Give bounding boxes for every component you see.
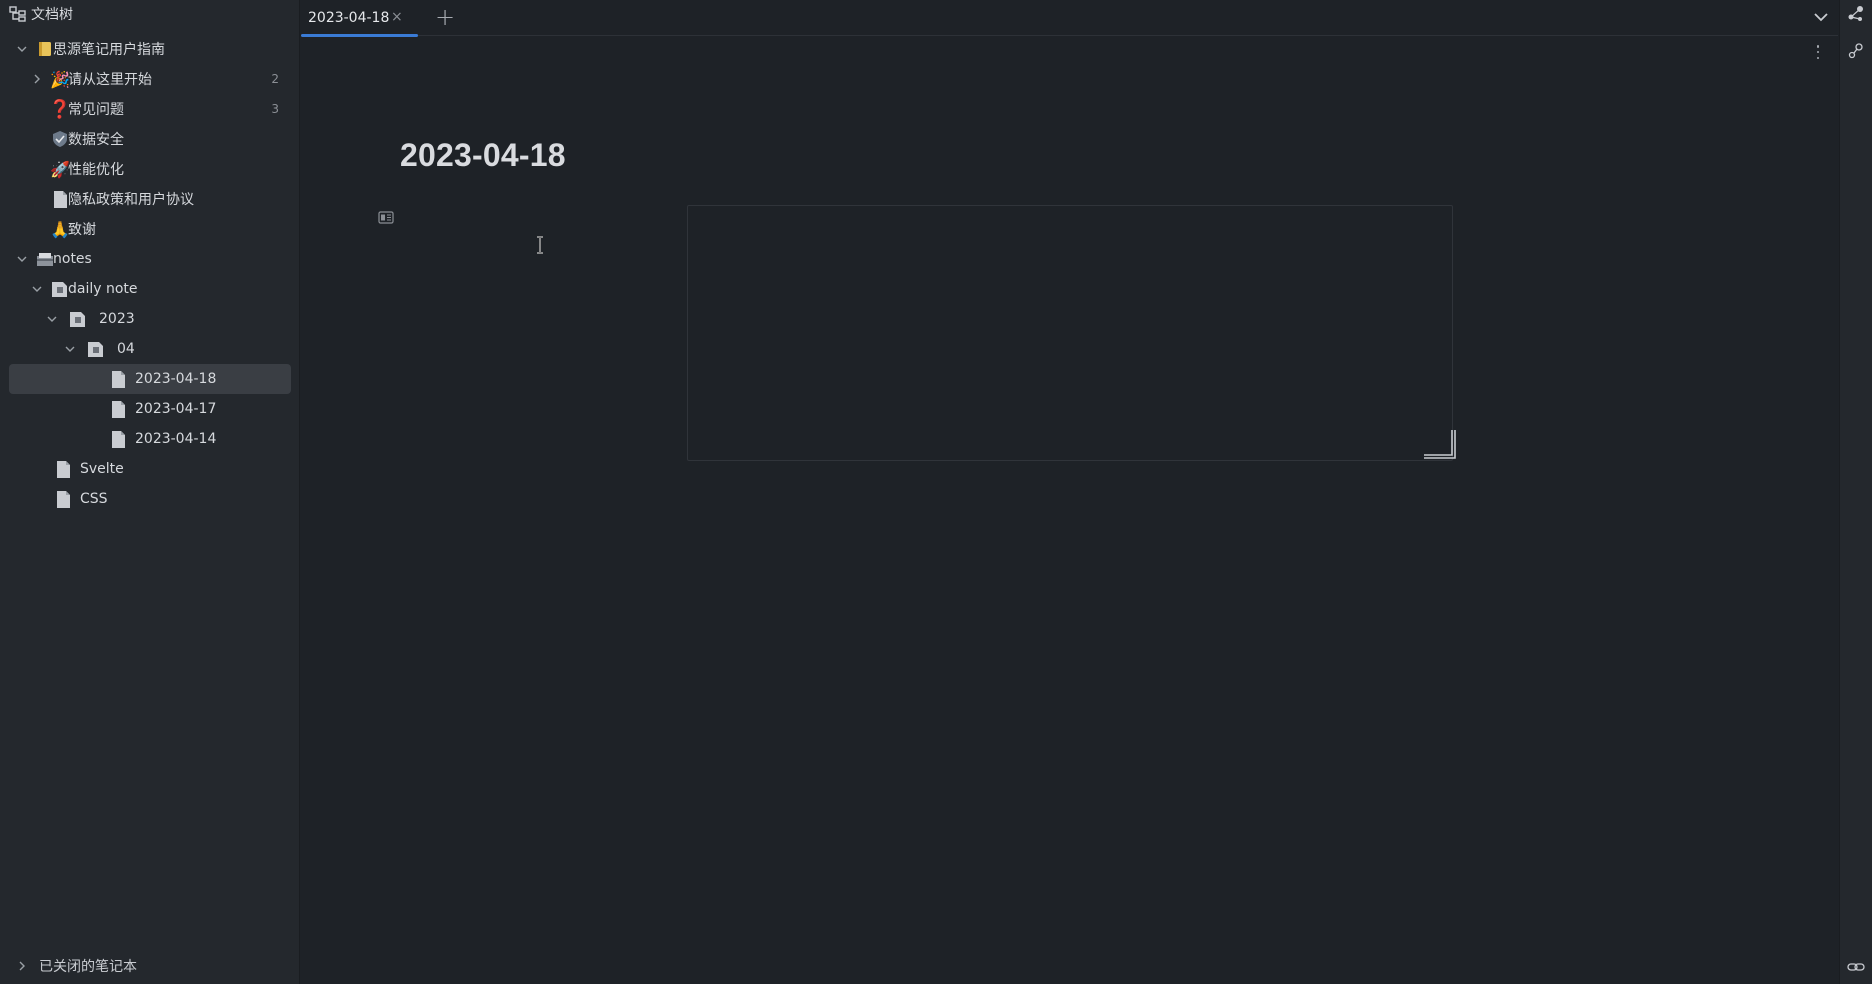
tab-2023-04-18[interactable]: 2023-04-18 × bbox=[301, 0, 418, 37]
chevron-right-icon bbox=[15, 959, 29, 973]
closed-notebooks-label: 已关闭的笔记本 bbox=[39, 959, 137, 975]
tree-item-label: 性能优化 bbox=[68, 162, 124, 178]
add-tab-button[interactable]: + bbox=[435, 3, 455, 31]
subdoc-count: 3 bbox=[271, 102, 279, 116]
card-box-icon bbox=[35, 249, 55, 269]
tree-item-thanks[interactable]: 🙏 致谢 bbox=[9, 214, 291, 244]
tree-item-performance[interactable]: 🚀 性能优化 bbox=[9, 154, 291, 184]
right-dock bbox=[1839, 0, 1872, 984]
folder-document-icon bbox=[86, 339, 106, 359]
chevron-down-icon[interactable] bbox=[30, 282, 44, 296]
link-icon[interactable] bbox=[1847, 958, 1865, 976]
tree-item-css[interactable]: CSS bbox=[9, 484, 291, 514]
document-title[interactable]: 2023-04-18 bbox=[400, 137, 566, 174]
tree-item-label: 2023-04-18 bbox=[135, 371, 217, 387]
folder-document-icon bbox=[50, 279, 70, 299]
tree-item-svelte[interactable]: Svelte bbox=[9, 454, 291, 484]
text-cursor-icon bbox=[537, 236, 543, 254]
tree-item-label: CSS bbox=[80, 491, 108, 507]
tree-item-data-security[interactable]: 数据安全 bbox=[9, 124, 291, 154]
chevron-down-icon[interactable] bbox=[63, 342, 77, 356]
tree-item-privacy-policy[interactable]: 隐私政策和用户协议 bbox=[9, 184, 291, 214]
doc-tree-header: 文档树 bbox=[0, 0, 299, 28]
document-icon bbox=[50, 189, 70, 209]
shield-check-icon bbox=[50, 129, 70, 149]
tab-label: 2023-04-18 bbox=[308, 10, 390, 26]
close-icon[interactable]: × bbox=[391, 9, 403, 25]
tree-item-label: 2023 bbox=[99, 311, 135, 327]
subdoc-count: 2 bbox=[271, 72, 279, 86]
tree-item-label: 思源笔记用户指南 bbox=[53, 42, 165, 58]
tree-item-2023-04-18[interactable]: 2023-04-18 bbox=[9, 364, 291, 394]
tree-item-04[interactable]: 04 bbox=[9, 334, 291, 364]
tree-item-faq[interactable]: ❓ 常见问题 3 bbox=[9, 94, 291, 124]
chevron-right-icon[interactable] bbox=[30, 72, 44, 86]
doc-tree-title: 文档树 bbox=[31, 7, 73, 23]
tree-item-notebook-notes[interactable]: notes bbox=[9, 244, 291, 274]
block-type-icon[interactable] bbox=[378, 211, 394, 224]
document-icon bbox=[108, 399, 128, 419]
tree-item-daily-note[interactable]: daily note bbox=[9, 274, 291, 304]
editor-area[interactable]: 2023-04-18 bbox=[301, 37, 1838, 984]
document-icon bbox=[53, 489, 73, 509]
tree-item-2023-04-17[interactable]: 2023-04-17 bbox=[9, 394, 291, 424]
document-icon bbox=[108, 369, 128, 389]
tree-item-2023-04-14[interactable]: 2023-04-14 bbox=[9, 424, 291, 454]
document-icon bbox=[53, 459, 73, 479]
tree-item-label: 常见问题 bbox=[68, 102, 124, 118]
closed-notebooks-toggle[interactable]: 已关闭的笔记本 bbox=[9, 954, 137, 978]
tree-item-label: 隐私政策和用户协议 bbox=[68, 192, 194, 208]
embed-block[interactable] bbox=[687, 205, 1453, 461]
tree-item-label: 致谢 bbox=[68, 222, 96, 238]
doc-tree: 思源笔记用户指南 🎉 请从这里开始 2 ❓ 常见问题 3 数据安全 🚀 性能优化… bbox=[0, 34, 299, 514]
tree-item-label: notes bbox=[53, 251, 92, 267]
question-mark-icon: ❓ bbox=[48, 98, 72, 120]
doc-tree-icon bbox=[9, 6, 26, 22]
tab-bar: 2023-04-18 × + bbox=[301, 0, 1838, 37]
tree-item-label: 数据安全 bbox=[68, 132, 124, 148]
tree-item-start-here[interactable]: 🎉 请从这里开始 2 bbox=[9, 64, 291, 94]
chevron-down-icon[interactable] bbox=[1812, 8, 1830, 26]
chevron-down-icon[interactable] bbox=[15, 42, 29, 56]
chevron-down-icon[interactable] bbox=[45, 312, 59, 326]
graph-icon[interactable] bbox=[1847, 5, 1865, 23]
tree-item-notebook-user-guide[interactable]: 思源笔记用户指南 bbox=[9, 34, 291, 64]
chevron-down-icon[interactable] bbox=[15, 252, 29, 266]
tree-item-label: daily note bbox=[68, 281, 138, 297]
global-graph-icon[interactable] bbox=[1847, 42, 1865, 60]
tree-item-2023[interactable]: 2023 bbox=[9, 304, 291, 334]
doc-tree-panel: 文档树 思源笔记用户指南 🎉 请从这里开始 2 ❓ 常见问题 3 数据安全 🚀 … bbox=[0, 0, 300, 984]
tree-item-label: 2023-04-17 bbox=[135, 401, 217, 417]
more-vertical-icon[interactable] bbox=[1815, 45, 1821, 59]
document-icon bbox=[108, 429, 128, 449]
tree-item-label: 2023-04-14 bbox=[135, 431, 217, 447]
rocket-icon: 🚀 bbox=[50, 159, 70, 179]
resize-handle-icon[interactable] bbox=[1422, 428, 1458, 462]
tree-item-label: 请从这里开始 bbox=[68, 72, 152, 88]
tree-item-label: 04 bbox=[117, 341, 135, 357]
notebook-icon bbox=[35, 39, 55, 59]
tree-item-label: Svelte bbox=[80, 461, 124, 477]
party-popper-icon: 🎉 bbox=[50, 69, 70, 89]
folded-hands-icon: 🙏 bbox=[50, 219, 70, 239]
folder-document-icon bbox=[68, 309, 88, 329]
